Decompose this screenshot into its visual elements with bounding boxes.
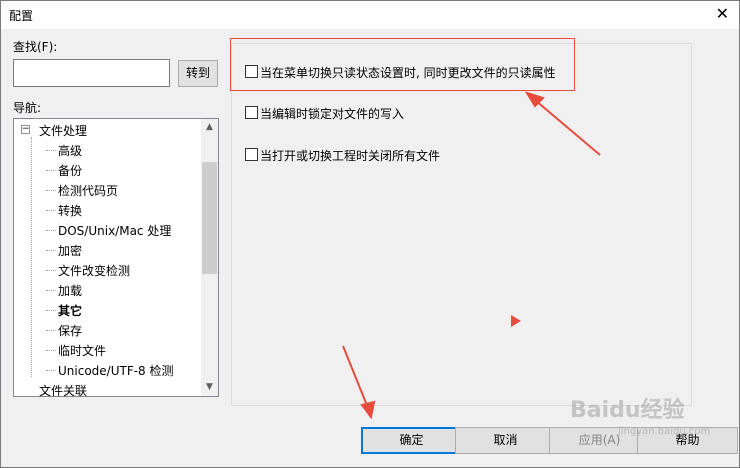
baidu-watermark: Baidu经验 [570,398,685,423]
ok-button[interactable]: 确定 [361,427,462,454]
cancel-button[interactable]: 取消 [455,427,556,454]
annotation-arrow-top [524,91,601,156]
annotation-arrow-bottom [342,345,376,420]
annotation-triangle [511,315,521,327]
baidu-watermark-url: jingyan.baidu.com [618,426,711,437]
